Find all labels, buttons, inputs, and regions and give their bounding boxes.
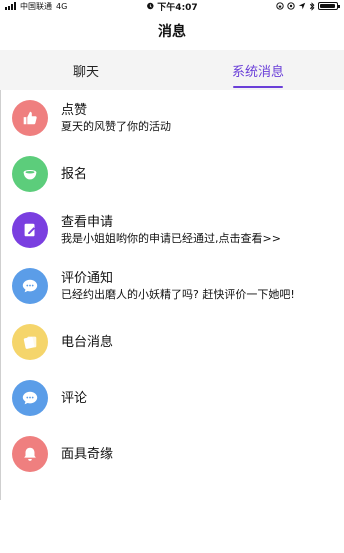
list-item-like[interactable]: 点赞 夏天的风赞了你的活动 [0, 90, 344, 146]
item-title: 电台消息 [61, 334, 114, 350]
rotation-lock-icon [276, 2, 284, 10]
signal-icon [5, 2, 16, 10]
item-subtitle: 我是小姐姐哟你的申请已经通过,点击查看>> [61, 232, 281, 245]
item-title: 报名 [61, 166, 88, 182]
location-icon [298, 2, 306, 10]
edit-document-icon [12, 212, 48, 248]
item-title: 评论 [61, 390, 88, 406]
status-left: 中国联通 4G [5, 0, 67, 12]
alarm-icon [147, 2, 154, 10]
bowl-icon [12, 156, 48, 192]
thumbs-up-icon [12, 100, 48, 136]
list-item-signup[interactable]: 报名 [0, 146, 344, 202]
item-title: 面具奇缘 [61, 446, 114, 462]
tab-bar: 聊天 系统消息 [0, 50, 344, 90]
chat-bubble-icon [12, 380, 48, 416]
tab-chat-label: 聊天 [72, 64, 99, 80]
list-item-review-notice[interactable]: 评价通知 已经约出磨人的小妖精了吗? 赶快评价一下她吧! [0, 258, 344, 314]
item-title: 点赞 [61, 103, 88, 118]
item-title: 评价通知 [61, 271, 114, 286]
battery-icon [318, 2, 340, 10]
tab-system-messages-label: 系统消息 [231, 64, 284, 80]
list-item-mask-romance[interactable]: 面具奇缘 [0, 426, 344, 482]
message-list: 点赞 夏天的风赞了你的活动 报名 查看申请 我是小姐姐哟你的申请已经通过,点击查… [0, 90, 344, 482]
tab-system-messages[interactable]: 系统消息 [172, 50, 344, 90]
page-title: 消息 [158, 24, 186, 40]
list-item-comments[interactable]: 评论 [0, 370, 344, 426]
status-right [276, 0, 340, 12]
nav-bar: 消息 [0, 12, 344, 50]
bluetooth-icon [309, 1, 315, 11]
notes-icon [12, 324, 48, 360]
item-subtitle: 夏天的风赞了你的活动 [61, 120, 171, 133]
clock-label: 下午4:07 [157, 2, 198, 13]
status-center: 下午4:07 [146, 0, 198, 13]
item-subtitle: 已经约出磨人的小妖精了吗? 赶快评价一下她吧! [61, 288, 295, 301]
bell-icon [12, 436, 48, 472]
item-title: 查看申请 [61, 215, 114, 230]
status-bar: 中国联通 4G 下午4:07 [0, 0, 344, 13]
tab-chat[interactable]: 聊天 [0, 50, 172, 90]
chat-bubble-icon [12, 268, 48, 304]
carrier-label: 中国联通 [20, 1, 52, 11]
active-tab-indicator [233, 86, 283, 88]
list-item-view-application[interactable]: 查看申请 我是小姐姐哟你的申请已经通过,点击查看>> [0, 202, 344, 258]
list-item-radio-messages[interactable]: 电台消息 [0, 314, 344, 370]
dnd-icon [287, 2, 295, 10]
network-label: 4G [56, 1, 68, 11]
